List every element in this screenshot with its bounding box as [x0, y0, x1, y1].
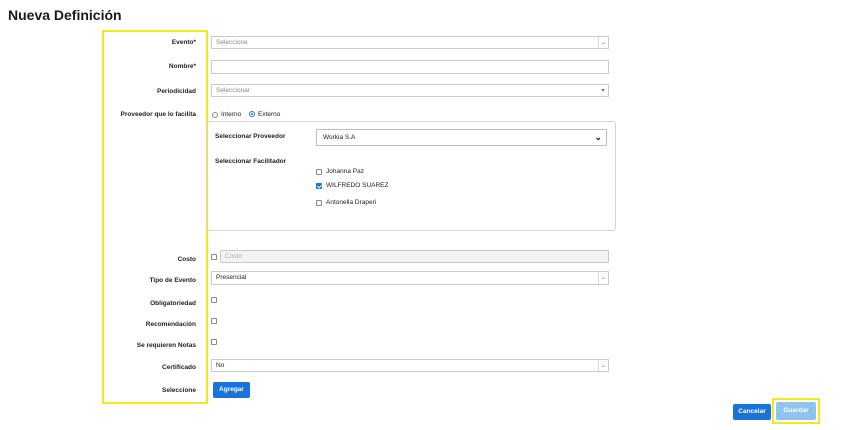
periodicidad-select-value: Seleccionar [216, 87, 250, 94]
costo-input[interactable]: Costo [220, 250, 609, 263]
facilitador-name-1: WILFREDO SUAREZ [326, 182, 389, 189]
notas-checkbox[interactable] [211, 339, 217, 345]
periodicidad-label: Periodicidad [156, 88, 196, 95]
externo-radio[interactable] [249, 111, 255, 117]
proveedor-label: Proveedor que lo facilita [120, 111, 197, 118]
evento-select[interactable]: Seleccione ⌄ [211, 36, 609, 49]
evento-label: Evento* [171, 39, 196, 46]
chevron-down-icon: ⌄ [598, 360, 608, 371]
recomendacion-label: Recomendación [145, 321, 196, 328]
proveedor-select-value: Workia S.A [323, 134, 356, 141]
proveedor-select[interactable]: Workia S.A ⌄ [316, 129, 607, 146]
page-title: Nueva Definición [8, 7, 122, 23]
agregar-button[interactable]: Agregar [213, 382, 250, 398]
tipo-evento-select-value: Presencial [216, 274, 247, 281]
periodicidad-select[interactable]: Seleccionar ▾ [211, 84, 609, 97]
facilitador-name-0: Johanna Paz [326, 168, 364, 175]
facilitador-checkbox-1[interactable] [316, 183, 322, 189]
cancel-button[interactable]: Cancelar [733, 404, 771, 420]
notas-label: Se requieren Notas [136, 342, 196, 349]
certificado-select[interactable]: No ⌄ [211, 359, 609, 372]
costo-label: Costo [177, 256, 196, 263]
facilitador-checkbox-2[interactable] [316, 200, 322, 206]
obligatoriedad-checkbox[interactable] [211, 297, 217, 303]
tipo-evento-select[interactable]: Presencial ⌄ [211, 271, 609, 285]
certificado-select-value: No [216, 362, 225, 369]
tipo-evento-label: Tipo de Evento [149, 277, 196, 284]
externo-radio-label: Externo [258, 111, 281, 118]
interno-radio[interactable] [212, 112, 218, 118]
certificado-label: Certificado [162, 364, 196, 371]
nombre-label: Nombre* [168, 63, 196, 70]
evento-select-value: Seleccione [216, 39, 248, 46]
facilitador-name-2: Antonella Draperi [326, 199, 377, 206]
chevron-down-icon: ⌄ [598, 272, 608, 284]
recomendacion-checkbox[interactable] [211, 318, 217, 324]
costo-input-placeholder: Costo [225, 253, 242, 260]
nombre-input[interactable] [211, 60, 609, 74]
obligatoriedad-label: Obligatoriedad [150, 300, 196, 307]
chevron-down-icon: ⌄ [598, 37, 608, 48]
save-button[interactable]: Guardar [776, 402, 816, 420]
seleccionar-facilitador-label: Seleccionar Facilitador [215, 158, 287, 165]
chevron-down-icon: ⌄ [594, 132, 602, 142]
costo-checkbox[interactable] [211, 254, 217, 260]
chevron-down-icon: ▾ [601, 88, 605, 94]
facilitador-checkbox-0[interactable] [316, 169, 322, 175]
interno-radio-label: Interno [221, 111, 242, 118]
seleccionar-proveedor-label: Seleccionar Proveedor [215, 133, 286, 140]
seleccione-label: Seleccione [162, 387, 196, 394]
